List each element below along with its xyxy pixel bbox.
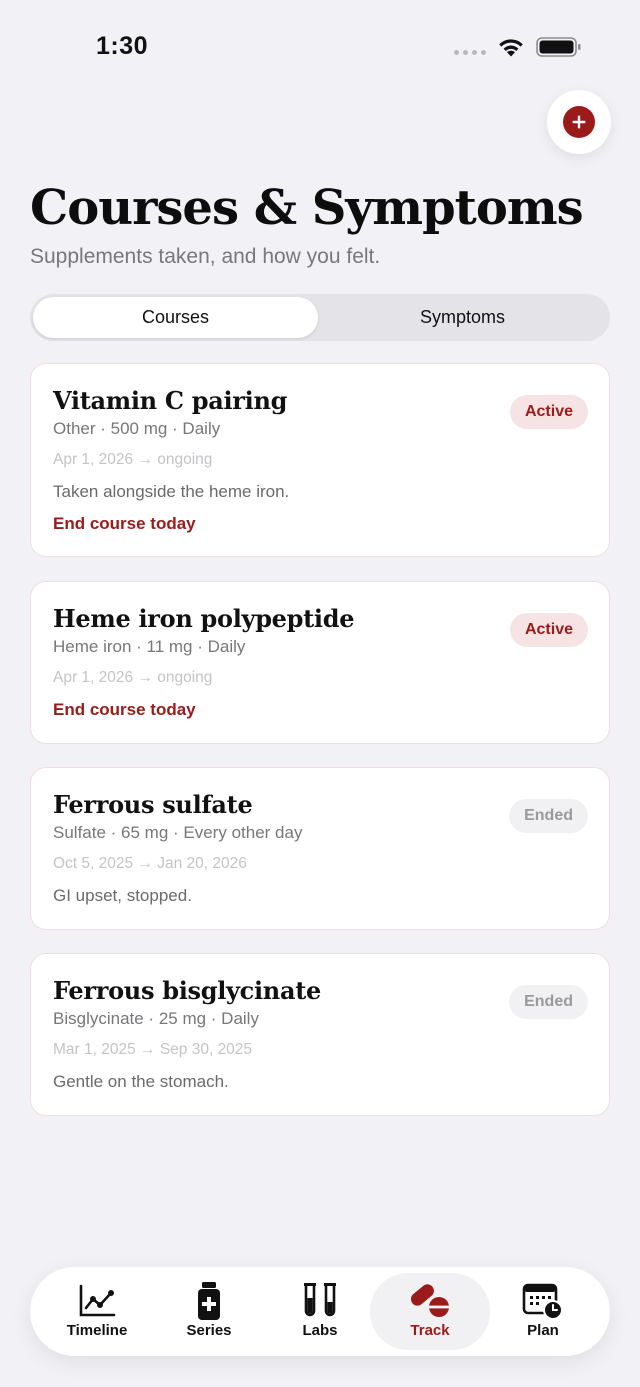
status-bar: 1:30 [0, 0, 640, 92]
screen: 1:30 Courses & Symptoms Supplements take… [0, 0, 640, 1387]
tab-series[interactable]: Series [149, 1273, 269, 1350]
course-card[interactable]: Ferrous sulfate Sulfate · 65 mg · Every … [30, 767, 610, 930]
calendar-clock-icon [522, 1281, 564, 1321]
segmented-control: Courses Symptoms [30, 294, 610, 341]
course-card[interactable]: Heme iron polypeptide Heme iron · 11 mg … [30, 581, 610, 744]
course-title: Heme iron polypeptide [53, 604, 355, 633]
tab-label: Labs [302, 1322, 338, 1339]
tab-label: Plan [527, 1322, 559, 1339]
course-note: Taken alongside the heme iron. [53, 482, 290, 501]
battery-icon [536, 37, 581, 57]
medicine-bottle-icon [196, 1281, 222, 1321]
tab-track[interactable]: Track [370, 1273, 490, 1350]
course-dates: Apr 1, 2026 → ongoing [53, 669, 213, 686]
tab-label: Series [186, 1322, 232, 1339]
tab-labs[interactable]: Labs [260, 1273, 380, 1350]
course-details: Sulfate · 65 mg · Every other day [53, 823, 303, 842]
course-title: Vitamin C pairing [53, 386, 288, 415]
course-dates: Mar 1, 2025 → Sep 30, 2025 [53, 1041, 253, 1058]
tab-bar: Timeline Series Labs Track Plan [30, 1267, 610, 1356]
course-note: GI upset, stopped. [53, 886, 192, 905]
status-badge: Ended [509, 799, 588, 833]
course-details: Bisglycinate · 25 mg · Daily [53, 1009, 259, 1028]
status-badge: Ended [509, 985, 588, 1019]
pills-icon [408, 1281, 452, 1321]
wifi-icon [499, 39, 523, 57]
end-course-button[interactable]: End course today [53, 700, 196, 720]
tab-timeline[interactable]: Timeline [37, 1273, 157, 1350]
page-title: Courses & Symptoms [30, 180, 584, 236]
course-title: Ferrous bisglycinate [53, 976, 321, 1005]
status-time: 1:30 [96, 32, 149, 60]
course-card[interactable]: Vitamin C pairing Other · 500 mg · Daily… [30, 363, 610, 557]
test-tubes-icon [302, 1281, 338, 1321]
tab-label: Track [410, 1322, 450, 1339]
cellular-signal-icon [454, 50, 486, 55]
tab-plan[interactable]: Plan [483, 1273, 603, 1350]
course-note: Gentle on the stomach. [53, 1072, 229, 1091]
course-details: Heme iron · 11 mg · Daily [53, 637, 246, 656]
course-details: Other · 500 mg · Daily [53, 419, 221, 438]
status-badge: Active [509, 613, 588, 647]
add-button[interactable] [547, 90, 611, 154]
end-course-button[interactable]: End course today [53, 514, 196, 534]
segment-symptoms[interactable]: Symptoms [318, 297, 607, 338]
page-subtitle: Supplements taken, and how you felt. [30, 245, 381, 268]
chart-line-icon [78, 1281, 116, 1321]
plus-icon [563, 106, 595, 138]
course-card[interactable]: Ferrous bisglycinate Bisglycinate · 25 m… [30, 953, 610, 1116]
course-dates: Oct 5, 2025 → Jan 20, 2026 [53, 855, 247, 872]
status-badge: Active [509, 395, 588, 429]
segment-courses[interactable]: Courses [33, 297, 318, 338]
course-dates: Apr 1, 2026 → ongoing [53, 451, 213, 468]
course-title: Ferrous sulfate [53, 790, 253, 819]
tab-label: Timeline [66, 1322, 128, 1339]
